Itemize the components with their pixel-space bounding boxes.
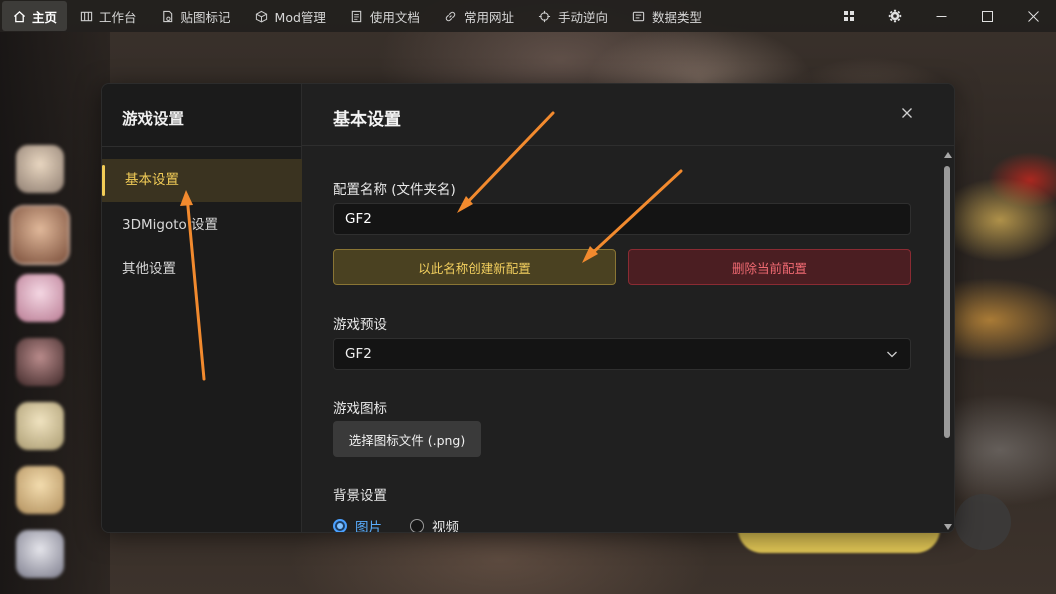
scroll-up-icon[interactable] bbox=[944, 152, 952, 158]
nav-label: 使用文档 bbox=[369, 9, 420, 25]
close-icon[interactable] bbox=[898, 104, 916, 122]
settings-content: 基本设置 配置名称 (文件夹名) 以此名称创建新配置 删除当前配置 游戏预设 G… bbox=[302, 84, 954, 532]
window-controls bbox=[826, 0, 1056, 32]
nav-label: 常用网址 bbox=[463, 9, 514, 25]
config-name-input[interactable] bbox=[333, 203, 911, 235]
config-name-label: 配置名称 (文件夹名) bbox=[333, 182, 456, 198]
radio-image[interactable]: 图片 bbox=[333, 516, 382, 533]
document-icon bbox=[350, 9, 364, 23]
nav-label: 工作台 bbox=[99, 9, 137, 25]
radio-label: 图片 bbox=[355, 520, 382, 533]
dialog-header: 基本设置 bbox=[302, 84, 954, 146]
nav-data-types[interactable]: 数据类型 bbox=[620, 1, 714, 31]
minimize-icon[interactable] bbox=[918, 0, 964, 32]
delete-config-label: 删除当前配置 bbox=[731, 260, 807, 276]
nav-label: 贴图标记 bbox=[180, 9, 231, 25]
background-round-button bbox=[955, 494, 1011, 550]
sidebar-item-3dmigoto-settings[interactable]: 3DMigoto 设置 bbox=[102, 204, 302, 247]
sidebar-item-basic-settings[interactable]: 基本设置 bbox=[102, 159, 302, 202]
home-icon bbox=[12, 9, 26, 23]
radio-dot bbox=[333, 519, 347, 532]
game-avatar[interactable] bbox=[16, 530, 64, 578]
delete-config-button[interactable]: 删除当前配置 bbox=[628, 249, 911, 285]
nav-docs[interactable]: 使用文档 bbox=[338, 1, 432, 31]
nav-manual-reverse[interactable]: 手动逆向 bbox=[526, 1, 620, 31]
background-type-radio-group: 图片 视频 bbox=[333, 516, 487, 533]
game-avatar[interactable] bbox=[16, 466, 64, 514]
game-icon-label: 游戏图标 bbox=[333, 401, 387, 417]
game-preset-select[interactable]: GF2 bbox=[333, 338, 911, 370]
nav-workbench[interactable]: 工作台 bbox=[67, 1, 149, 31]
radio-dot bbox=[410, 519, 424, 532]
game-avatar[interactable] bbox=[16, 402, 64, 450]
cube-icon bbox=[255, 9, 269, 23]
sidebar-item-other-settings[interactable]: 其他设置 bbox=[102, 248, 302, 291]
choose-icon-file-button[interactable]: 选择图标文件 (.png) bbox=[333, 421, 481, 457]
game-preset-value: GF2 bbox=[345, 346, 372, 362]
radio-video[interactable]: 视频 bbox=[410, 516, 459, 533]
settings-sidebar: 游戏设置 基本设置 3DMigoto 设置 其他设置 bbox=[102, 84, 302, 532]
create-config-label: 以此名称创建新配置 bbox=[418, 260, 531, 276]
game-preset-label: 游戏预设 bbox=[333, 317, 387, 333]
nav-label: Mod管理 bbox=[274, 9, 326, 25]
game-avatar-selected[interactable] bbox=[10, 205, 70, 265]
nav-mod-manager[interactable]: Mod管理 bbox=[243, 1, 338, 31]
nav-label: 手动逆向 bbox=[557, 9, 608, 25]
sidebar-title: 游戏设置 bbox=[122, 110, 185, 128]
scrollbar-thumb[interactable] bbox=[944, 166, 950, 438]
game-settings-dialog: 游戏设置 基本设置 3DMigoto 设置 其他设置 基本设置 配置名称 (文件… bbox=[101, 83, 955, 533]
game-avatar[interactable] bbox=[16, 145, 64, 193]
choose-icon-file-label: 选择图标文件 (.png) bbox=[348, 432, 466, 448]
background-settings-label: 背景设置 bbox=[333, 488, 387, 504]
close-icon[interactable] bbox=[1010, 0, 1056, 32]
maximize-icon[interactable] bbox=[964, 0, 1010, 32]
nav-label: 主页 bbox=[32, 9, 58, 25]
game-avatar[interactable] bbox=[16, 338, 64, 386]
settings-icon[interactable] bbox=[872, 0, 918, 32]
nav-label: 数据类型 bbox=[651, 9, 702, 25]
grid-icon[interactable] bbox=[826, 0, 872, 32]
link-icon bbox=[444, 9, 458, 23]
nav-home[interactable]: 主页 bbox=[2, 1, 68, 31]
page-title: 基本设置 bbox=[333, 110, 401, 130]
crosshair-icon bbox=[538, 9, 552, 23]
top-nav-bar: 主页 工作台 贴图标记 Mod管理 使用文档 常用网址 手动逆向 数据类型 bbox=[0, 0, 1056, 32]
nav-links[interactable]: 常用网址 bbox=[432, 1, 526, 31]
nav-texture-mark[interactable]: 贴图标记 bbox=[149, 1, 243, 31]
radio-label: 视频 bbox=[432, 520, 459, 533]
scrollbar[interactable] bbox=[943, 152, 952, 530]
chevron-down-icon bbox=[886, 348, 898, 360]
create-config-button[interactable]: 以此名称创建新配置 bbox=[333, 249, 616, 285]
texture-mark-icon bbox=[161, 9, 175, 23]
divider bbox=[102, 146, 302, 147]
workbench-icon bbox=[79, 9, 93, 23]
data-type-icon bbox=[632, 9, 646, 23]
scroll-down-icon[interactable] bbox=[944, 524, 952, 530]
game-avatar[interactable] bbox=[16, 274, 64, 322]
